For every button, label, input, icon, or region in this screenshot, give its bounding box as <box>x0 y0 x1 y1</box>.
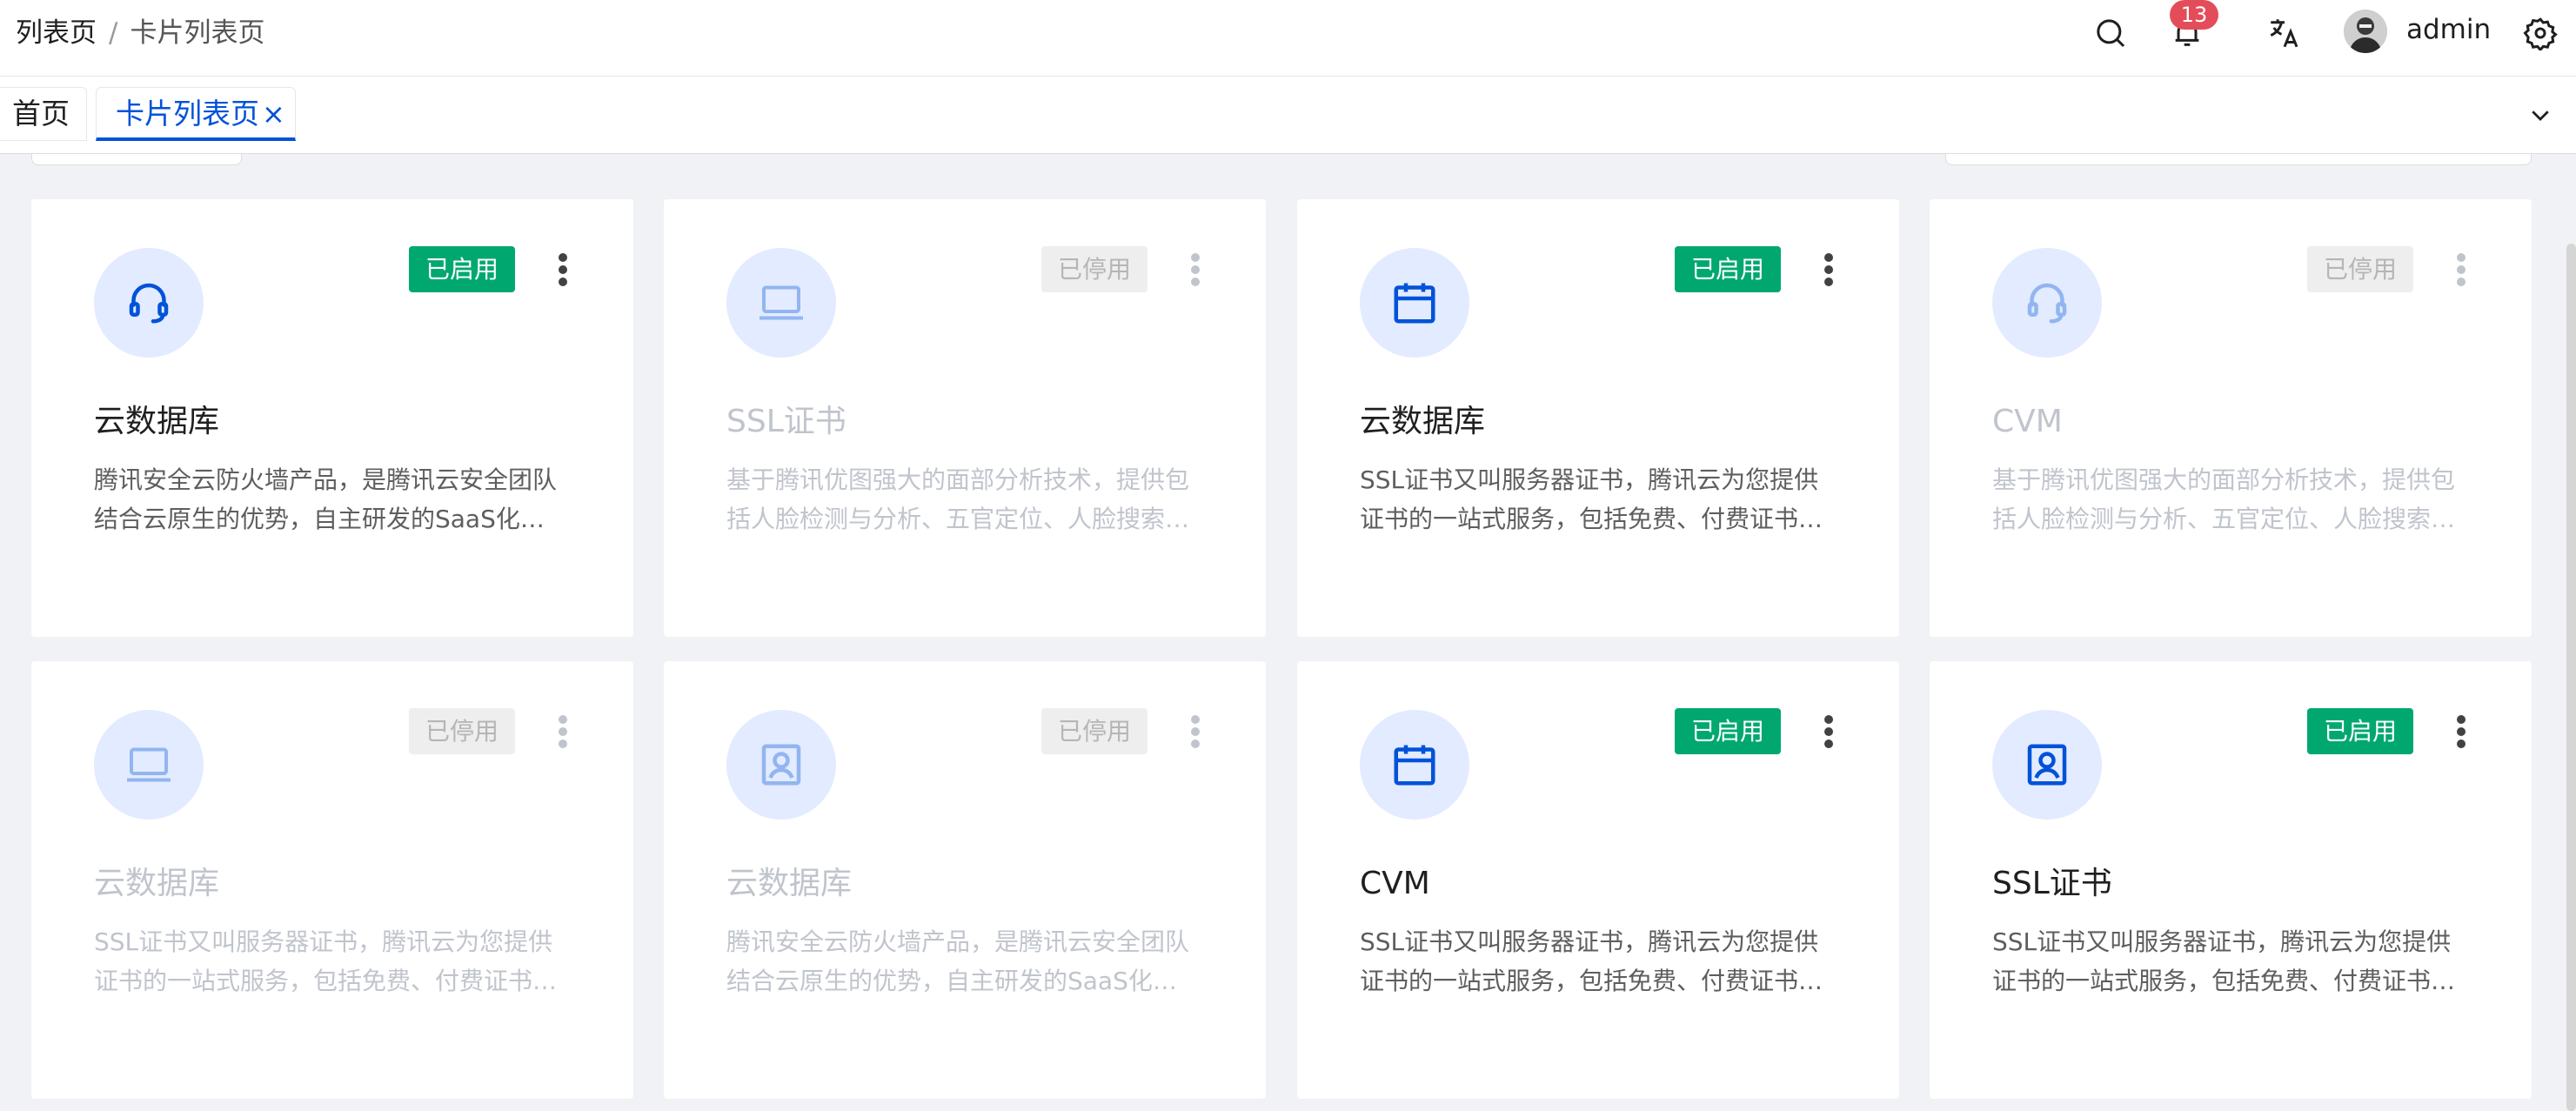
laptop-icon <box>94 710 204 820</box>
more-dot <box>559 278 567 286</box>
more-vertical-icon[interactable] <box>2443 710 2478 753</box>
more-vertical-icon[interactable] <box>1177 710 1212 753</box>
more-dot <box>1191 715 1200 724</box>
laptop-icon <box>726 248 836 358</box>
more-dot <box>559 253 567 262</box>
status-badge: 已停用 <box>409 708 515 754</box>
more-vertical-icon[interactable] <box>2443 248 2478 291</box>
more-dot <box>559 740 567 748</box>
more-dot <box>1824 740 1833 748</box>
calendar-icon <box>1360 248 1469 358</box>
card-title: 云数据库 <box>94 866 220 901</box>
search-icon[interactable] <box>2090 12 2131 54</box>
more-dot <box>559 715 567 724</box>
product-card: 已停用 CVM 基于腾讯优图强大的面部分析技术，提供包括人脸检测与分析、五官定位、人… <box>1930 199 2532 637</box>
card-description: SSL证书又叫服务器证书，腾讯云为您提供证书的一站式服务，包括免费、付费证书的申… <box>1360 465 1823 533</box>
more-vertical-icon[interactable] <box>545 248 579 291</box>
card-title: SSL证书 <box>1992 866 2112 901</box>
avatar[interactable] <box>2344 10 2387 53</box>
user-card-icon <box>1992 710 2102 820</box>
headset-icon <box>94 248 204 358</box>
card-description: SSL证书又叫服务器证书，腾讯云为您提供证书的一站式服务，包括免费、付费证书的申… <box>94 927 558 995</box>
status-badge: 已启用 <box>409 246 515 292</box>
hidden-button-edge <box>31 154 242 165</box>
product-card: 已启用云数据库 SSL证书又叫服务器证书，腾讯云为您提供证书的一站式服务，包括免费… <box>1297 199 1899 637</box>
more-vertical-icon[interactable] <box>545 710 579 753</box>
more-dot <box>2457 265 2466 274</box>
chevron-down-icon[interactable] <box>2521 96 2559 134</box>
tab-card-list-label: 卡片列表页 <box>116 97 259 131</box>
page-scrollbar[interactable] <box>2566 244 2576 1111</box>
tab-bar: 首页 卡片列表页 × <box>0 77 2576 154</box>
card-description: 腾讯安全云防火墙产品，是腾讯云安全团队结合云原生的优势，自主研发的SaaS化防火… <box>726 927 1190 995</box>
breadcrumb-item-list[interactable]: 列表页 <box>16 17 97 49</box>
card-description: 基于腾讯优图强大的面部分析技术，提供包括人脸检测与分析、五官定位、人脸搜索、人脸… <box>726 465 1190 533</box>
more-dot <box>1824 278 1833 286</box>
card-title: 云数据库 <box>1360 404 1486 439</box>
breadcrumb-item-card-list: 卡片列表页 <box>130 17 265 49</box>
more-dot <box>1191 727 1200 736</box>
more-dot <box>2457 740 2466 748</box>
status-badge: 已停用 <box>1041 246 1147 292</box>
user-card-icon <box>726 710 836 820</box>
product-card: 已启用 SSL证书 SSL证书又叫服务器证书，腾讯云为您提供证书的一站式服务，包括免… <box>1930 661 2532 1099</box>
more-dot <box>2457 727 2466 736</box>
more-dot <box>1191 278 1200 286</box>
card-description: SSL证书又叫服务器证书，腾讯云为您提供证书的一站式服务，包括免费、付费证书的申… <box>1992 927 2456 995</box>
more-dot <box>1191 740 1200 748</box>
more-dot <box>1824 253 1833 262</box>
card-description: 基于腾讯优图强大的面部分析技术，提供包括人脸检测与分析、五官定位、人脸搜索、人脸… <box>1992 465 2456 533</box>
card-title: 云数据库 <box>726 866 853 901</box>
product-card: 已启用 CVM SSL证书又叫服务器证书，腾讯云为您提供证书的一站式服务，包括免费、… <box>1297 661 1899 1099</box>
calendar-icon <box>1360 710 1469 820</box>
card-title: CVM <box>1992 404 2063 439</box>
tab-close-icon[interactable]: × <box>262 88 285 140</box>
breadcrumb: 列表页 / 卡片列表页 <box>16 16 264 50</box>
status-badge: 已停用 <box>2307 246 2413 292</box>
more-vertical-icon[interactable] <box>1810 248 1845 291</box>
status-badge: 已启用 <box>1675 246 1781 292</box>
notification-badge: 13 <box>2170 0 2218 30</box>
translate-icon[interactable] <box>2264 12 2305 54</box>
top-header: 列表页 / 卡片列表页 13 admin <box>0 0 2576 77</box>
status-badge: 已启用 <box>1675 708 1781 754</box>
more-vertical-icon[interactable] <box>1177 248 1212 291</box>
tab-home[interactable]: 首页 <box>0 87 87 141</box>
settings-gear-icon[interactable] <box>2519 12 2561 54</box>
more-dot <box>2457 278 2466 286</box>
status-badge: 已启用 <box>2307 708 2413 754</box>
more-dot <box>1824 715 1833 724</box>
more-dot <box>2457 715 2466 724</box>
username[interactable]: admin <box>2406 12 2491 47</box>
card-title: SSL证书 <box>726 404 846 439</box>
more-dot <box>1824 265 1833 274</box>
product-card: 已停用 SSL证书基于腾讯优图强大的面部分析技术，提供包括人脸检测与分析、五官定位… <box>664 199 1266 637</box>
tab-card-list[interactable]: 卡片列表页 × <box>96 87 296 141</box>
more-dot <box>2457 253 2466 262</box>
product-card: 已停用云数据库腾讯安全云防火墙产品，是腾讯云安全团队结合云原生的优势，自主研发的… <box>664 661 1266 1099</box>
card-description: SSL证书又叫服务器证书，腾讯云为您提供证书的一站式服务，包括免费、付费证书的申… <box>1360 927 1823 995</box>
more-dot <box>1191 265 1200 274</box>
more-dot <box>559 727 567 736</box>
card-title: 云数据库 <box>94 404 220 439</box>
card-title: CVM <box>1360 866 1430 901</box>
more-dot <box>1824 727 1833 736</box>
card-description: 腾讯安全云防火墙产品，是腾讯云安全团队结合云原生的优势，自主研发的SaaS化防火… <box>94 465 558 533</box>
more-vertical-icon[interactable] <box>1810 710 1845 753</box>
status-badge: 已停用 <box>1041 708 1147 754</box>
breadcrumb-separator: / <box>109 17 118 49</box>
more-dot <box>559 265 567 274</box>
more-dot <box>1191 253 1200 262</box>
headset-icon <box>1992 248 2102 358</box>
product-card: 已停用云数据库 SSL证书又叫服务器证书，腾讯云为您提供证书的一站式服务，包括免费… <box>31 661 633 1099</box>
product-card: 已启用云数据库腾讯安全云防火墙产品，是腾讯云安全团队结合云原生的优势，自主研发的… <box>31 199 633 637</box>
hidden-search-input-edge <box>1945 154 2532 165</box>
